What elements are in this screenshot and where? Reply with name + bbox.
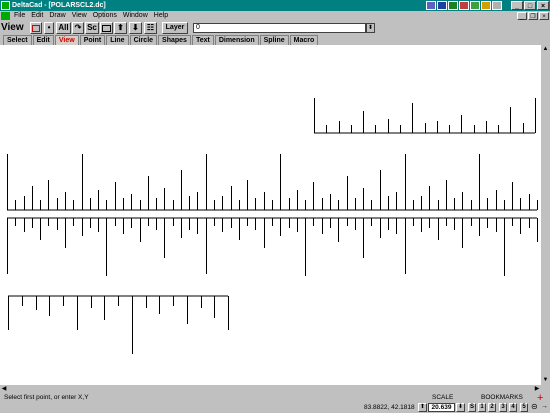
bookmark-s-button[interactable]: S bbox=[468, 403, 476, 412]
excel-icon[interactable] bbox=[448, 1, 458, 10]
tab-spline[interactable]: Spline bbox=[259, 35, 289, 45]
zoom-window-icon bbox=[32, 25, 40, 32]
scale-button[interactable]: Sc bbox=[85, 22, 99, 34]
grid-icon: ☷ bbox=[146, 23, 155, 32]
menu-window[interactable]: Window bbox=[123, 11, 148, 21]
app-icon-7[interactable] bbox=[492, 1, 502, 10]
command-tabs: Select Edit View Point Line Circle Shape… bbox=[0, 35, 550, 45]
status-bar: Select first point, or enter X,Y 83.8822… bbox=[0, 393, 550, 413]
maximize-button[interactable]: □ bbox=[524, 1, 536, 10]
mode-label: View bbox=[1, 22, 24, 33]
tab-dimension[interactable]: Dimension bbox=[214, 35, 259, 45]
menu-view[interactable]: View bbox=[72, 11, 87, 21]
zoom-point-button[interactable]: • bbox=[44, 22, 54, 34]
bookmark-clear-icon[interactable]: ⊝ bbox=[531, 403, 539, 412]
bookmark-3-button[interactable]: 3 bbox=[499, 403, 507, 412]
tab-line[interactable]: Line bbox=[106, 35, 129, 45]
window-controls: _ □ × bbox=[511, 1, 549, 10]
menu-draw[interactable]: Draw bbox=[49, 11, 65, 21]
app-icon-1[interactable] bbox=[426, 1, 436, 10]
bookmark-4-button[interactable]: 4 bbox=[509, 403, 517, 412]
bookmark-5-button[interactable]: 5 bbox=[520, 403, 528, 412]
cursor-coordinates: 83.8822, 42.1818 bbox=[364, 404, 415, 411]
drawing-canvas[interactable] bbox=[0, 45, 541, 385]
scroll-down-icon[interactable]: ▼ bbox=[541, 376, 550, 385]
zoom-all-button[interactable]: All bbox=[56, 22, 71, 34]
document-window-controls: _ ❐ × bbox=[517, 12, 549, 20]
doc-minimize-button[interactable]: _ bbox=[517, 12, 527, 20]
redraw-button[interactable]: ↷ bbox=[72, 22, 84, 34]
minimize-button[interactable]: _ bbox=[511, 1, 523, 10]
taskbar-app-icons bbox=[426, 1, 502, 10]
deltacad-app-icon[interactable] bbox=[1, 1, 10, 10]
document-icon[interactable] bbox=[1, 12, 10, 20]
pan-icon bbox=[102, 25, 111, 32]
menu-help[interactable]: Help bbox=[154, 11, 168, 21]
bookmark-2-button[interactable]: 2 bbox=[488, 403, 496, 412]
bookmark-arrow-icon[interactable]: → bbox=[541, 403, 549, 412]
bookmark-1-button[interactable]: 1 bbox=[478, 403, 486, 412]
menu-options[interactable]: Options bbox=[93, 11, 117, 21]
app-icon-5[interactable] bbox=[470, 1, 480, 10]
tab-text[interactable]: Text bbox=[191, 35, 214, 45]
tab-point[interactable]: Point bbox=[79, 35, 106, 45]
tab-select[interactable]: Select bbox=[3, 35, 32, 45]
zoom-out-button[interactable]: ⬇ bbox=[129, 22, 142, 34]
scale-up-button[interactable]: ⬆ bbox=[418, 403, 427, 412]
pan-button[interactable] bbox=[100, 22, 113, 34]
scale-down-button[interactable]: ⬇ bbox=[456, 403, 465, 412]
tab-shapes[interactable]: Shapes bbox=[158, 35, 191, 45]
drawing-svg bbox=[7, 98, 538, 354]
scale-label: SCALE bbox=[432, 394, 454, 401]
word-icon[interactable] bbox=[437, 1, 447, 10]
tab-view[interactable]: View bbox=[54, 35, 79, 45]
title-bar: DeltaCad - [POLARSCL2.dc] _ □ × bbox=[0, 0, 550, 11]
doc-close-button[interactable]: × bbox=[539, 12, 549, 20]
menu-edit[interactable]: Edit bbox=[31, 11, 43, 21]
toolbar: View • All ↷ Sc ⬆ ⬇ ☷ Layer 0 ⬍ bbox=[0, 21, 550, 35]
app-icon-6[interactable] bbox=[481, 1, 491, 10]
redraw-icon: ↷ bbox=[74, 23, 82, 32]
menu-file[interactable]: File bbox=[14, 11, 25, 21]
scale-value[interactable]: 20.639 bbox=[428, 403, 455, 412]
doc-restore-button[interactable]: ❐ bbox=[528, 12, 538, 20]
tab-circle[interactable]: Circle bbox=[129, 35, 158, 45]
vertical-scrollbar[interactable]: ▲ ▼ bbox=[541, 45, 550, 385]
layer-select[interactable]: 0 bbox=[193, 23, 366, 33]
zoom-in-button[interactable]: ⬆ bbox=[114, 22, 127, 34]
window-title: DeltaCad - [POLARSCL2.dc] bbox=[12, 2, 106, 9]
horizontal-scrollbar[interactable]: ◀ ▶ bbox=[0, 385, 541, 393]
layer-dropdown-button[interactable]: ⬍ bbox=[366, 23, 375, 33]
tab-edit[interactable]: Edit bbox=[32, 35, 54, 45]
command-prompt: Select first point, or enter X,Y bbox=[4, 394, 89, 401]
close-button[interactable]: × bbox=[537, 1, 549, 10]
grid-button[interactable]: ☷ bbox=[144, 22, 157, 34]
dot-icon: • bbox=[47, 23, 51, 32]
menu-bar: File Edit Draw View Options Window Help … bbox=[0, 11, 550, 21]
tab-macro[interactable]: Macro bbox=[289, 35, 319, 45]
layer-button[interactable]: Layer bbox=[162, 22, 188, 34]
scroll-up-icon[interactable]: ▲ bbox=[541, 45, 550, 54]
app-icon-4[interactable] bbox=[459, 1, 469, 10]
scroll-left-icon[interactable]: ◀ bbox=[0, 385, 8, 393]
zoom-window-button[interactable] bbox=[30, 22, 42, 34]
crosshair-icon: + bbox=[537, 392, 544, 404]
bookmarks-label: BOOKMARKS bbox=[481, 394, 523, 401]
